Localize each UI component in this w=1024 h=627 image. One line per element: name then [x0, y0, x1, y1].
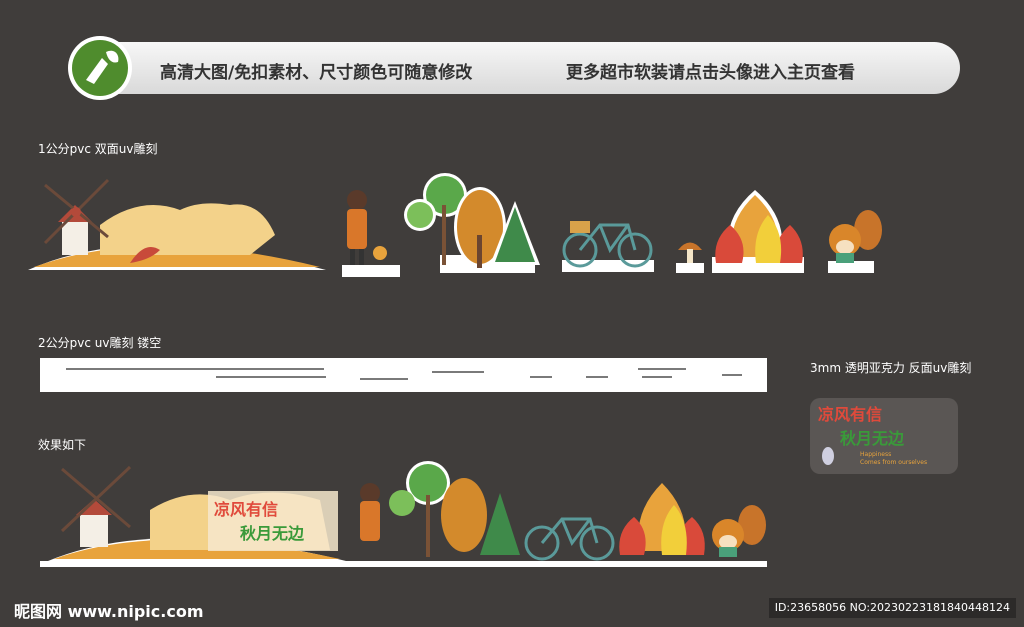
strip-line	[216, 376, 326, 378]
strip-line	[586, 376, 608, 378]
strip-line	[642, 376, 672, 378]
mushroom	[676, 242, 704, 273]
watermark: 昵图网 www.nipic.com	[14, 602, 204, 621]
windmill-hill	[28, 178, 326, 270]
banner-text-right: 更多超市软装请点击头像进入主页查看	[566, 63, 855, 83]
effect-line1: 凉风有信	[214, 500, 278, 519]
top-banner: 高清大图/免扣素材、尺寸颜色可随意修改 更多超市软装请点击头像进入主页查看	[70, 42, 960, 94]
strip-line	[530, 376, 552, 378]
banner-text-left: 高清大图/免扣素材、尺寸颜色可随意修改	[160, 63, 473, 83]
acrylic-line1: 凉风有信	[818, 405, 882, 424]
strip-line	[722, 374, 742, 376]
strip-line	[66, 368, 324, 370]
label-acrylic: 3mm 透明亚克力 反面uv雕刻	[810, 361, 972, 375]
image-id: ID:23658056 NO:20230223181840448124	[768, 598, 1016, 618]
pvc1-elements	[28, 173, 882, 277]
bicycle	[562, 221, 654, 272]
strip-line	[432, 371, 484, 373]
trees-group	[404, 173, 540, 273]
squirrel	[828, 210, 882, 273]
autumn-trees	[712, 190, 804, 273]
label-effect: 效果如下	[38, 438, 87, 452]
strip-line	[638, 368, 686, 370]
girl-figure	[342, 190, 400, 277]
logo-icon[interactable]	[68, 36, 132, 100]
strip-line	[360, 378, 408, 380]
label-pvc2: 2公分pvc uv雕刻 镂空	[38, 336, 162, 350]
effect-line2: 秋月无边	[240, 524, 305, 543]
pvc2-strip	[40, 358, 767, 392]
acrylic-line2: 秋月无边	[840, 429, 905, 448]
effect-preview: 凉风有信 秋月无边	[40, 461, 767, 567]
label-pvc1: 1公分pvc 双面uv雕刻	[38, 142, 158, 156]
